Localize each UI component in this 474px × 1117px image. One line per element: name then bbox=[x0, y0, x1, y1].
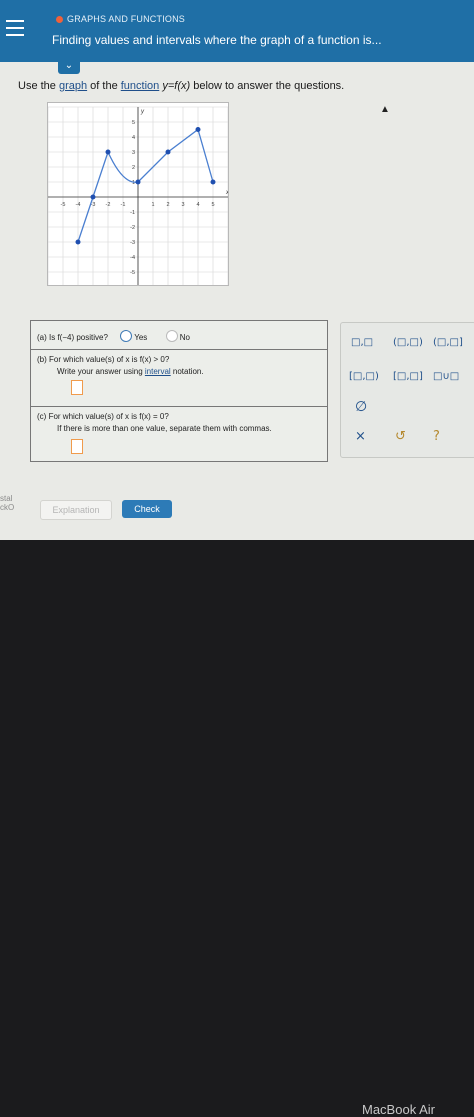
browser-screen: GRAPHS AND FUNCTIONS Finding values and … bbox=[0, 0, 474, 540]
graph-svg: -5-4-3-2-11234554321-1-2-3-4-5xy bbox=[47, 106, 230, 288]
help-icon[interactable]: ? bbox=[433, 429, 440, 444]
x-tick-label: 3 bbox=[181, 202, 184, 208]
x-tick-label: 2 bbox=[166, 202, 169, 208]
graph-point bbox=[75, 239, 81, 245]
interval-keypad: □,□ (□,□) (□,□] [□,□) [□,□] □∪□ ∅ × ↺ ? bbox=[340, 322, 474, 458]
y-tick-label: -3 bbox=[130, 240, 135, 246]
key-comma-pair[interactable]: □,□ bbox=[351, 337, 373, 348]
question-a: (a) Is f(−4) positive? Yes No bbox=[31, 321, 327, 350]
question-c: (c) For which value(s) of x is f(x) = 0?… bbox=[31, 407, 327, 460]
y-tick-label: -5 bbox=[130, 270, 135, 276]
graph-point bbox=[165, 149, 171, 155]
y-tick-label: -4 bbox=[130, 255, 135, 261]
questions-panel: (a) Is f(−4) positive? Yes No (b) For wh… bbox=[30, 320, 328, 462]
device-brand: MacBook Air bbox=[362, 1102, 435, 1117]
undo-icon[interactable]: ↺ bbox=[395, 429, 406, 444]
graph-link[interactable]: graph bbox=[59, 80, 87, 92]
section-label: GRAPHS AND FUNCTIONS bbox=[56, 14, 185, 24]
y-tick-label: -1 bbox=[130, 210, 135, 216]
y-tick-label: 1 bbox=[132, 180, 135, 186]
header-bar: GRAPHS AND FUNCTIONS Finding values and … bbox=[0, 0, 474, 62]
x-tick-label: 5 bbox=[211, 202, 214, 208]
key-closed-open[interactable]: [□,□) bbox=[349, 371, 379, 382]
clear-icon[interactable]: × bbox=[355, 429, 366, 444]
mouse-cursor-icon: ▲ bbox=[380, 104, 390, 115]
graph-point bbox=[210, 179, 216, 185]
x-axis-label: x bbox=[225, 190, 228, 196]
function-curve bbox=[77, 128, 214, 243]
question-prompt: Use the graph of the function y=f(x) bel… bbox=[18, 80, 345, 92]
yes-label: Yes bbox=[134, 333, 148, 342]
y-tick-label: 4 bbox=[132, 135, 135, 141]
no-radio[interactable] bbox=[165, 330, 178, 342]
key-union[interactable]: □∪□ bbox=[433, 371, 459, 382]
check-button[interactable]: Check bbox=[122, 500, 172, 518]
y-tick-label: 2 bbox=[132, 165, 135, 171]
y-tick-label: -2 bbox=[130, 225, 135, 231]
status-dot-icon bbox=[56, 16, 63, 23]
x-tick-label: -5 bbox=[61, 202, 66, 208]
answer-input-c[interactable] bbox=[71, 439, 83, 454]
graph-point bbox=[135, 179, 141, 185]
y-tick-label: 3 bbox=[132, 150, 135, 156]
x-tick-label: -1 bbox=[121, 202, 126, 208]
no-label: No bbox=[179, 333, 191, 342]
interval-link[interactable]: interval bbox=[145, 367, 171, 376]
function-link[interactable]: function bbox=[121, 80, 160, 92]
key-open-open[interactable]: (□,□) bbox=[393, 337, 423, 348]
graph-point bbox=[105, 149, 111, 155]
x-tick-label: -2 bbox=[106, 202, 111, 208]
page-title: Finding values and intervals where the g… bbox=[52, 33, 382, 47]
hamburger-menu-icon[interactable] bbox=[6, 20, 24, 38]
x-tick-label: -4 bbox=[76, 202, 81, 208]
yes-radio[interactable] bbox=[120, 330, 133, 342]
x-tick-label: 4 bbox=[196, 202, 199, 208]
key-closed-closed[interactable]: [□,□] bbox=[393, 371, 423, 382]
explanation-button[interactable]: Explanation bbox=[40, 500, 112, 520]
y-tick-label: 5 bbox=[132, 120, 135, 126]
side-fragment: stal ckO bbox=[0, 494, 15, 512]
graph-point bbox=[90, 194, 96, 200]
question-b: (b) For which value(s) of x is f(x) > 0?… bbox=[31, 350, 327, 407]
empty-set-key[interactable]: ∅ bbox=[355, 399, 367, 415]
chevron-down-icon[interactable]: ⌄ bbox=[58, 60, 80, 74]
graph-point bbox=[195, 126, 201, 132]
y-axis-label: y bbox=[140, 109, 145, 115]
laptop-bezel: MacBook Air bbox=[0, 540, 474, 1117]
function-graph: -5-4-3-2-11234554321-1-2-3-4-5xy bbox=[47, 102, 230, 288]
x-tick-label: 1 bbox=[151, 202, 154, 208]
key-open-closed[interactable]: (□,□] bbox=[433, 337, 463, 348]
answer-input-b[interactable] bbox=[71, 380, 83, 395]
